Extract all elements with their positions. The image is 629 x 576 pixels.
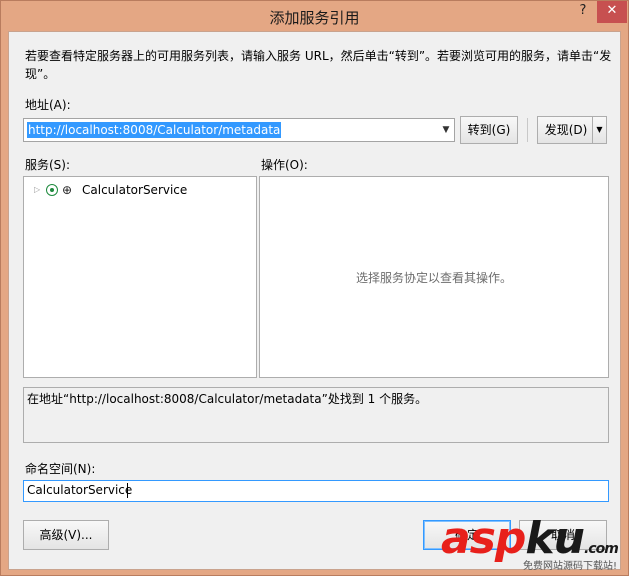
title-bar[interactable]: 添加服务引用 ? ✕ (1, 1, 628, 31)
discover-button[interactable]: 发现(D) ▼ (537, 116, 607, 144)
watermark-tagline: 免费网站源码下载站! (523, 561, 618, 572)
go-button[interactable]: 转到(G) (460, 116, 518, 144)
globe-icon: ⊕ (62, 183, 73, 197)
window-title: 添加服务引用 (269, 9, 360, 27)
help-button[interactable]: ? (569, 1, 597, 23)
advanced-button[interactable]: 高级(V)... (23, 520, 109, 550)
services-label: 服务(S): (25, 158, 71, 172)
namespace-label: 命名空间(N): (25, 462, 96, 476)
namespace-value[interactable]: CalculatorService (27, 483, 132, 497)
close-button[interactable]: ✕ (597, 1, 627, 23)
expand-arrow-icon[interactable]: ▷ (34, 181, 40, 199)
discover-dropdown-icon[interactable]: ▼ (592, 117, 606, 143)
status-message: 在地址“http://localhost:8008/Calculator/met… (27, 392, 428, 406)
discover-label[interactable]: 发现(D) (545, 123, 588, 137)
address-combobox[interactable]: http://localhost:8008/Calculator/metadat… (23, 118, 455, 142)
services-tree[interactable]: ▷ ⊕ CalculatorService (23, 176, 257, 378)
tree-item-label[interactable]: CalculatorService (82, 181, 187, 199)
text-caret (127, 483, 128, 498)
service-icon (46, 184, 58, 196)
dialog-body: 若要查看特定服务器上的可用服务列表，请输入服务 URL，然后单击“转到”。若要浏… (8, 31, 621, 570)
operations-label: 操作(O): (261, 158, 308, 172)
namespace-input[interactable]: CalculatorService (23, 480, 609, 502)
operations-panel[interactable]: 选择服务协定以查看其操作。 (259, 176, 609, 378)
operations-placeholder: 选择服务协定以查看其操作。 (355, 271, 512, 285)
status-panel: 在地址“http://localhost:8008/Calculator/met… (23, 387, 609, 443)
chevron-down-icon[interactable]: ▼ (438, 119, 454, 141)
address-label: 地址(A): (25, 98, 71, 112)
add-service-reference-dialog: 添加服务引用 ? ✕ 若要查看特定服务器上的可用服务列表，请输入服务 URL，然… (0, 0, 629, 576)
toolbar-divider (527, 118, 528, 142)
instructions-text: 若要查看特定服务器上的可用服务列表，请输入服务 URL，然后单击“转到”。若要浏… (25, 49, 612, 81)
address-value[interactable]: http://localhost:8008/Calculator/metadat… (27, 122, 282, 138)
